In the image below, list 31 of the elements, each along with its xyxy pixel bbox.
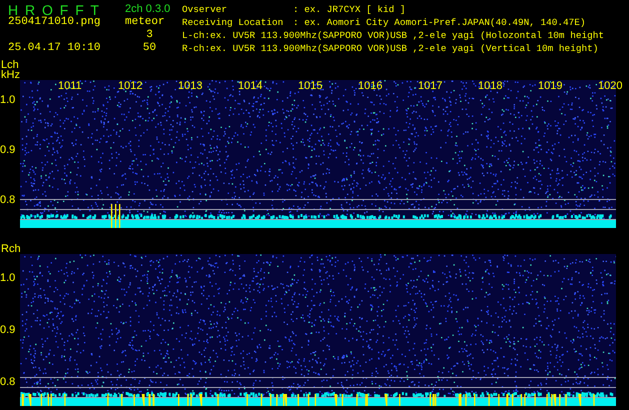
count-value: 50 <box>142 42 158 55</box>
frequency-label: 1018 <box>478 81 502 92</box>
frequency-label: 1015 <box>298 81 322 92</box>
axis-tick-label: 0.8 <box>0 377 16 388</box>
file-name: 2504171010.png <box>8 16 102 29</box>
frequency-label: 1017 <box>418 81 442 92</box>
axis-tick-label: 0.9 <box>0 145 16 156</box>
axis-tick-label: 0.9 <box>0 325 16 336</box>
frequency-label: 1020 <box>598 81 622 92</box>
unit-label: kHz <box>1 70 21 80</box>
mode-label: meteor <box>125 16 166 29</box>
info-label: Ovserver <box>182 3 228 16</box>
frequency-label: 1012 <box>118 81 142 92</box>
count-value: 3 <box>145 29 154 42</box>
channel-label: Rch <box>1 244 22 254</box>
info-value: : ex. JR7CYX [ kid ] <box>293 3 406 16</box>
channel-label: Lch <box>1 60 19 70</box>
frequency-label: 1011 <box>58 81 82 92</box>
axis-tick-label: 1.0 <box>0 273 16 284</box>
info-value: : ex. Aomori City Aomori-Pref.JAPAN(40.49N, 140.47E) <box>293 16 586 29</box>
frequency-label: 1013 <box>178 81 202 92</box>
info-label: Receiving Location <box>182 16 284 29</box>
frequency-label: 1014 <box>238 81 262 92</box>
frequency-label: 1019 <box>538 81 562 92</box>
date-time: 25.04.17 10:10 <box>8 42 102 55</box>
axis-tick-label: 1.0 <box>0 95 16 106</box>
info-line: L-ch:ex. UV5R 113.900Mhz(SAPPORO VOR)USB ,2-ele yagi (Holozontal 10m height <box>182 29 604 42</box>
info-line: R-ch:ex. UV5R 113.900Mhz(SAPPORO VOR)USB ,2-ele yagi (Vertical 10m height) <box>182 42 598 55</box>
version-label: 2ch 0.3.0 <box>125 3 172 16</box>
app-title: H R O F F T <box>8 3 99 16</box>
axis-tick-label: 0.8 <box>0 195 16 206</box>
